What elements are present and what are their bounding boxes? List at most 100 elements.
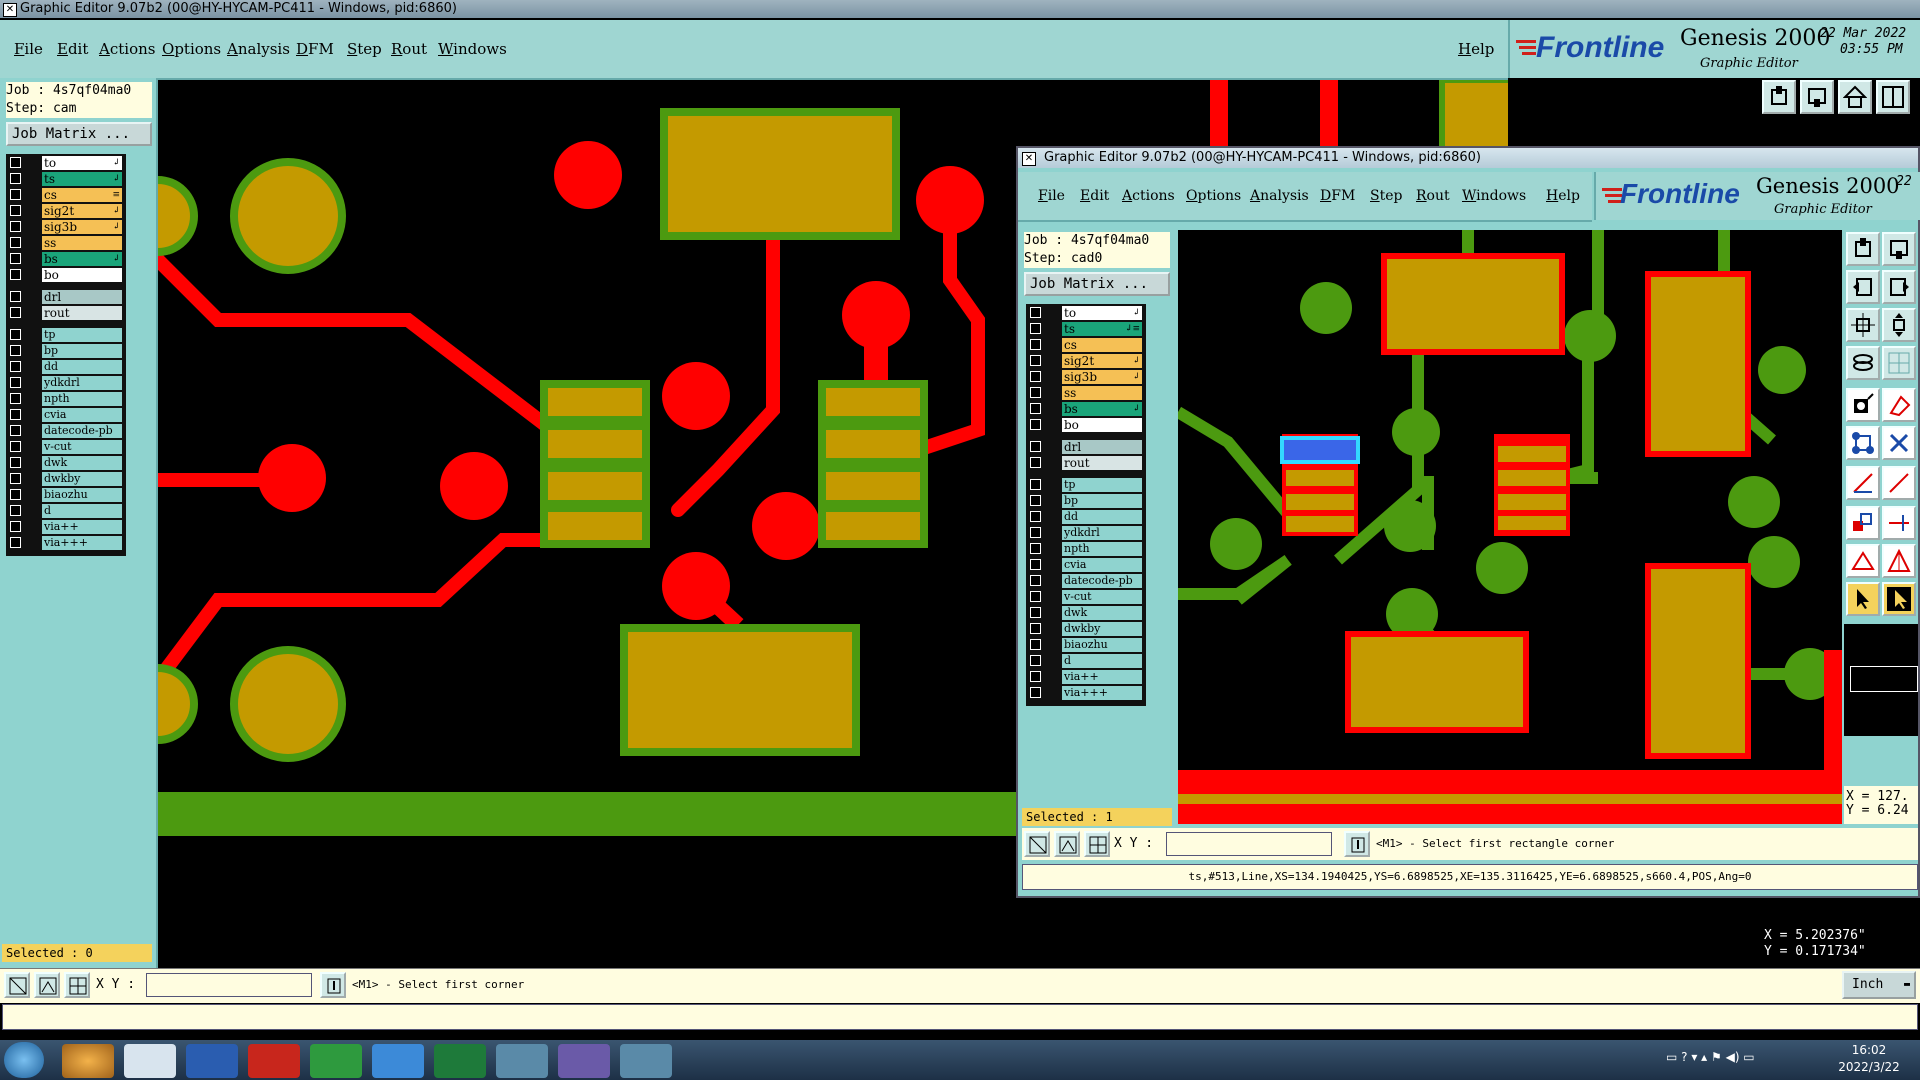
layer-checkbox[interactable] [10,393,21,404]
layer-checkbox[interactable] [10,377,21,388]
sub-menu-windows[interactable]: Windows [1462,182,1526,210]
sub-layer-row-cvia[interactable]: cvia [1026,558,1146,572]
layer-checkbox[interactable] [1030,639,1041,650]
layer-checkbox[interactable] [1030,371,1041,382]
start-button-icon[interactable] [4,1042,44,1078]
layer-checkbox[interactable] [1030,479,1041,490]
menu-file[interactable]: File [14,35,43,63]
taskbar-bird-app-icon[interactable] [372,1044,424,1078]
layer-checkbox[interactable] [10,307,21,318]
layer-checkbox[interactable] [10,361,21,372]
main-layer-row-npth[interactable]: npth [6,392,126,406]
taskbar-genesis-icon[interactable] [496,1044,548,1078]
sub-layer-row-ydkdrl[interactable]: ydkdrl [1026,526,1146,540]
sub-tb-add-pad-icon[interactable] [1846,388,1880,422]
layer-checkbox[interactable] [10,189,21,200]
layer-checkbox[interactable] [10,269,21,280]
main-layer-row-bo[interactable]: bo [6,268,126,282]
layer-checkbox[interactable] [10,441,21,452]
layer-checkbox[interactable] [10,505,21,516]
sub-menu-options[interactable]: Options [1186,182,1241,210]
sub-layer-row-drl[interactable]: drl [1026,440,1146,454]
menu-help[interactable]: Help [1458,35,1494,63]
menu-step[interactable]: Step [347,35,382,63]
layer-checkbox[interactable] [10,253,21,264]
taskbar-excel-icon[interactable] [434,1044,486,1078]
layer-checkbox[interactable] [10,489,21,500]
tb-load-icon[interactable] [1762,80,1796,114]
sub-tb-zoom-icon[interactable] [1846,308,1880,342]
sub-layer-row-sig2t[interactable]: sig2t ↲ [1026,354,1146,368]
sub-menu-rout[interactable]: Rout [1416,182,1450,210]
sub-grid-icon[interactable] [1084,831,1110,857]
tb-window-icon[interactable] [1876,80,1910,114]
layer-checkbox[interactable] [10,205,21,216]
sub-layer-row-dd[interactable]: dd [1026,510,1146,524]
sub-menu-dfm[interactable]: DFM [1320,182,1355,210]
sub-layer-row-via+++[interactable]: via+++ [1026,686,1146,700]
sub-layer-row-bs[interactable]: bs ↲ [1026,402,1146,416]
sub-tb-copy-icon[interactable] [1846,506,1880,540]
main-layer-row-sig2t[interactable]: sig2t ↲ [6,204,126,218]
sub-job-matrix-button[interactable]: Job Matrix ... [1024,272,1170,296]
sub-tb-angle-icon[interactable] [1882,544,1916,578]
sub-zoom-fit-icon[interactable] [1054,831,1080,857]
sub-layer-row-biaozhu[interactable]: biaozhu [1026,638,1146,652]
prompt-info-icon[interactable] [320,972,346,998]
taskbar-green-app-icon[interactable] [310,1044,362,1078]
layer-checkbox[interactable] [1030,403,1041,414]
layer-checkbox[interactable] [10,291,21,302]
sub-tb-save-icon[interactable] [1882,232,1916,266]
units-button[interactable]: Inch ▬ [1842,971,1916,999]
layer-checkbox[interactable] [1030,527,1041,538]
layer-checkbox[interactable] [1030,575,1041,586]
sub-layer-row-bo[interactable]: bo [1026,418,1146,432]
layer-checkbox[interactable] [1030,307,1041,318]
main-layer-row-ydkdrl[interactable]: ydkdrl [6,376,126,390]
main-layer-row-to[interactable]: to ↲ [6,156,126,170]
zoom-area-icon[interactable] [4,972,30,998]
layer-checkbox[interactable] [1030,607,1041,618]
layer-checkbox[interactable] [1030,339,1041,350]
sub-tb-cut-icon[interactable] [1882,506,1916,540]
main-layer-row-datecode-pb[interactable]: datecode-pb [6,424,126,438]
sub-menu-analysis[interactable]: Analysis [1250,182,1309,210]
layer-checkbox[interactable] [10,473,21,484]
sub-tb-draw-icon[interactable] [1882,466,1916,500]
layer-checkbox[interactable] [10,221,21,232]
layer-checkbox[interactable] [1030,441,1041,452]
tb-save-icon[interactable] [1800,80,1834,114]
tb-home-icon[interactable] [1838,80,1872,114]
sub-layer-row-dwk[interactable]: dwk [1026,606,1146,620]
sub-layer-row-bp[interactable]: bp [1026,494,1146,508]
sub-layer-row-tp[interactable]: tp [1026,478,1146,492]
sub-tb-pointer-icon[interactable] [1882,582,1916,616]
main-layer-row-ts[interactable]: ts ↲ [6,172,126,186]
sub-layer-row-v-cut[interactable]: v-cut [1026,590,1146,604]
taskbar-genesis2-icon[interactable] [620,1044,672,1078]
main-layer-row-via++[interactable]: via++ [6,520,126,534]
taskbar-shell-icon[interactable] [62,1044,114,1078]
layer-checkbox[interactable] [1030,387,1041,398]
sub-menu-edit[interactable]: Edit [1080,182,1109,210]
sub-menu-step[interactable]: Step [1370,182,1402,210]
sub-xy-input[interactable] [1166,832,1332,856]
sub-tb-add-surface-icon[interactable] [1882,388,1916,422]
layer-checkbox[interactable] [1030,655,1041,666]
sub-tb-next-icon[interactable] [1882,270,1916,304]
layer-checkbox[interactable] [1030,671,1041,682]
sub-tb-prev-icon[interactable] [1846,270,1880,304]
grid-icon[interactable] [64,972,90,998]
layer-checkbox[interactable] [1030,623,1041,634]
layer-checkbox[interactable] [1030,543,1041,554]
main-layer-row-dwkby[interactable]: dwkby [6,472,126,486]
sub-zoom-area-icon[interactable] [1024,831,1050,857]
sub-menu-help[interactable]: Help [1546,182,1580,210]
sub-tb-triangle-icon[interactable] [1846,544,1880,578]
layer-checkbox[interactable] [1030,495,1041,506]
main-titlebar[interactable]: ✕ Graphic Editor 9.07b2 (00@HY-HYCAM-PC4… [0,0,1920,18]
sub-window[interactable]: ✕ Graphic Editor 9.07b2 (00@HY-HYCAM-PC4… [1016,146,1920,898]
sub-tb-line-icon[interactable] [1846,466,1880,500]
main-layer-row-dd[interactable]: dd [6,360,126,374]
main-layer-row-bs[interactable]: bs ↲ [6,252,126,266]
